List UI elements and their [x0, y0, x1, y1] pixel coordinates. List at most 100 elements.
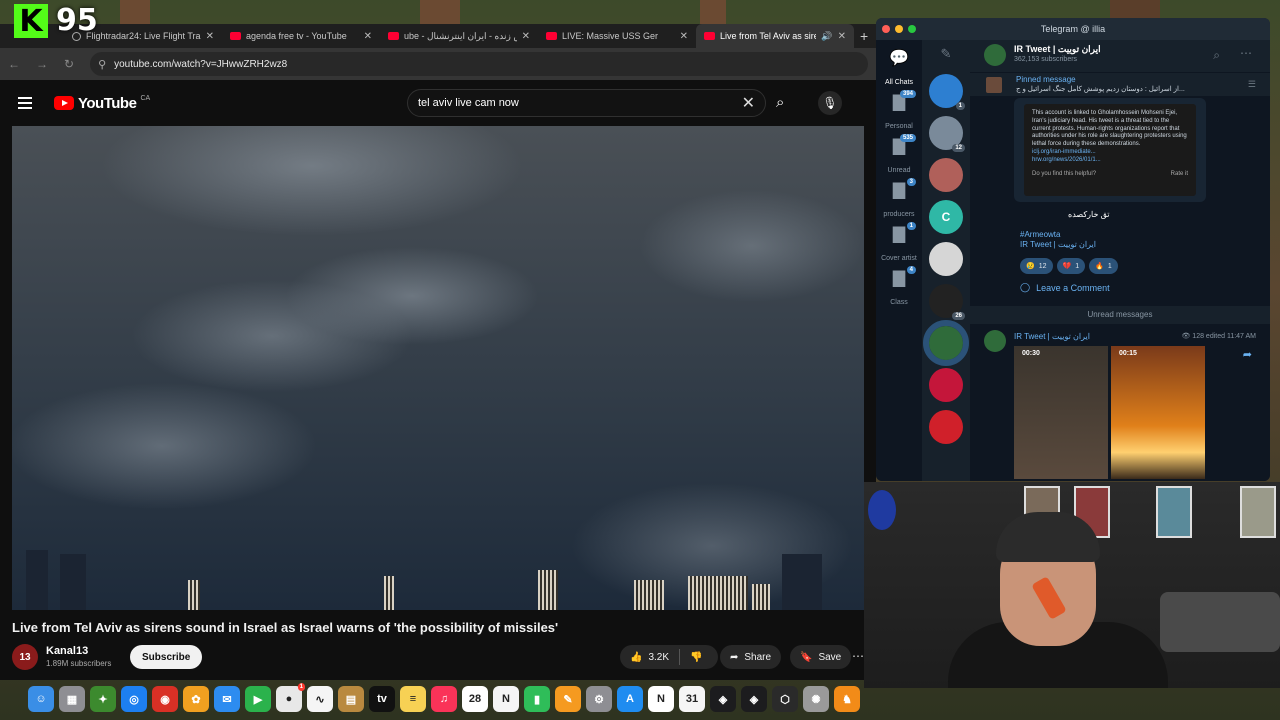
dock-freeform-icon[interactable]: ∿ — [307, 686, 333, 712]
dock-app-gear-icon[interactable]: ✺ — [803, 686, 829, 712]
dock-mail-icon[interactable]: ✉ — [214, 686, 240, 712]
chat-avatar[interactable]: 1 — [929, 74, 965, 110]
folder-cover-artist[interactable]: ▇ 1 Cover artist — [876, 222, 922, 262]
reaction-chip[interactable]: 🔥 1 — [1089, 258, 1118, 274]
close-tab-icon[interactable]: ✕ — [206, 31, 214, 42]
channel-name[interactable]: Kanal13 — [46, 645, 88, 657]
speaker-icon[interactable]: 🔊 — [821, 31, 832, 42]
thumbs-down-icon[interactable]: 👎 — [690, 652, 702, 663]
author-channel-link[interactable]: IR Tweet | ایران توییت — [1020, 240, 1096, 249]
youtube-logo[interactable]: YouTube CA — [54, 95, 150, 112]
more-options-icon[interactable]: ⋯ — [1240, 46, 1252, 60]
dock-finder-folder-icon[interactable]: ▤ — [338, 686, 364, 712]
search-input[interactable]: tel aviv live cam now ✕ — [407, 89, 766, 117]
search-icon[interactable]: ⌕ — [1213, 48, 1220, 63]
channel-title[interactable]: IR Tweet | ایران توییت — [1014, 44, 1101, 55]
menu-icon[interactable] — [18, 97, 32, 109]
site-info-icon[interactable]: ⚲ — [98, 58, 106, 71]
chat-avatar[interactable]: C — [929, 200, 963, 234]
dock-calendar-icon[interactable]: 28 — [462, 686, 488, 712]
url-field[interactable]: ⚲ youtube.com/watch?v=JHwwZRH2wz8 — [90, 52, 868, 76]
dock-app-green-icon[interactable]: ✦ — [90, 686, 116, 712]
dock-app-dark-icon[interactable]: ◈ — [710, 686, 736, 712]
reload-icon[interactable]: ↻ — [64, 57, 74, 71]
close-tab-icon[interactable]: ✕ — [680, 31, 688, 42]
message-author-avatar[interactable] — [984, 330, 1006, 352]
dock-safari-icon[interactable]: ◎ — [121, 686, 147, 712]
dock-notes-icon[interactable]: ≡ — [400, 686, 426, 712]
thumbs-up-icon[interactable]: 👍 — [630, 652, 642, 663]
close-tab-icon[interactable]: ✕ — [838, 31, 846, 42]
browser-tab[interactable]: Live from Tel Aviv as siren 🔊 ✕ — [696, 24, 854, 48]
dock-messages-icon[interactable]: ● 1 — [276, 683, 305, 712]
dock-system-settings-icon[interactable]: ⚙ — [586, 686, 612, 712]
pin-list-icon[interactable]: ☰ — [1248, 79, 1256, 90]
like-count[interactable]: 3.2K — [648, 652, 669, 663]
chat-avatar[interactable] — [929, 158, 963, 192]
message-card[interactable]: This account is linked to Gholamhossein … — [1014, 98, 1206, 202]
chat-avatar[interactable] — [929, 410, 963, 444]
message-author-name[interactable]: IR Tweet | ایران توییت — [1014, 332, 1090, 341]
folder-personal[interactable]: ▇ 394 Personal — [876, 90, 922, 130]
dock-apple-tv-icon[interactable]: tv — [369, 686, 395, 712]
chat-avatar[interactable] — [923, 320, 969, 366]
reaction-chip[interactable]: 💔 1 — [1056, 258, 1086, 274]
author-tag[interactable]: #Armeowta — [1020, 230, 1060, 239]
browser-tab[interactable]: ube - پخش زنده - ایران اینترنشنال ✕ — [380, 24, 538, 48]
dock-facetime-icon[interactable]: ▶ — [245, 686, 271, 712]
dock-photos-icon[interactable]: ✿ — [183, 686, 209, 712]
telegram-window: Telegram @ illia 💬 All Chats ▇ 394 Personal ▇… — [876, 18, 1270, 481]
chat-avatar[interactable]: 26 — [929, 284, 965, 320]
channel-header: IR Tweet | ایران توییت 362,153 subscribe… — [970, 40, 1270, 72]
folder-class[interactable]: ▇ 4 Class — [876, 266, 922, 306]
dock-music-icon[interactable]: ♫ — [431, 686, 457, 712]
video-thumbnail[interactable]: 00:15 — [1111, 346, 1205, 479]
pinned-message-bar[interactable]: Pinned message از اسرائیل : دوستان زدیم … — [970, 72, 1270, 96]
chat-avatar[interactable] — [929, 242, 963, 276]
more-options-icon[interactable]: ⋯ — [852, 649, 864, 663]
notification-badge: 1 — [297, 683, 305, 691]
dock-finder-icon[interactable]: ☺ — [28, 686, 54, 712]
folder-unread[interactable]: ▇ 535 Unread — [876, 134, 922, 174]
compose-icon[interactable]: ✎ — [941, 46, 952, 66]
dock-pages-icon[interactable]: ✎ — [555, 686, 581, 712]
back-icon[interactable]: ← — [8, 57, 20, 71]
chat-avatar[interactable] — [929, 368, 963, 402]
search-icon[interactable]: ⌕ — [776, 94, 784, 111]
zoom-window-button[interactable] — [908, 25, 916, 33]
dock-news-icon[interactable]: N — [493, 686, 519, 712]
channel-avatar[interactable]: 13 — [12, 644, 38, 670]
dock-launchpad-icon[interactable]: ▦ — [59, 686, 85, 712]
dock-app-store-icon[interactable]: A — [617, 686, 643, 712]
close-window-button[interactable] — [882, 25, 890, 33]
dock-app-orange-icon[interactable]: ♞ — [834, 686, 860, 712]
dock-calendar-31-icon[interactable]: 31 — [679, 686, 705, 712]
microphone-icon[interactable]: 🎙 — [818, 91, 842, 115]
video-thumbnail[interactable]: 00:30 — [1014, 346, 1108, 479]
youtube-play-icon — [54, 96, 74, 110]
dock-chrome-icon[interactable]: ◉ — [152, 686, 178, 712]
video-player[interactable] — [12, 126, 864, 610]
save-button[interactable]: 🔖 Save — [790, 645, 852, 669]
reaction-chip[interactable]: 😢 12 — [1020, 258, 1053, 274]
new-tab-icon[interactable]: + — [860, 28, 868, 44]
close-tab-icon[interactable]: ✕ — [364, 31, 372, 42]
dock-notion-icon[interactable]: N — [648, 686, 674, 712]
dock-numbers-icon[interactable]: ▮ — [524, 686, 550, 712]
share-button[interactable]: ➦ Share — [720, 645, 782, 669]
channel-avatar-tg[interactable] — [984, 44, 1006, 66]
folder-producers[interactable]: ▇ 3 producers — [876, 178, 922, 218]
clear-search-icon[interactable]: ✕ — [742, 93, 755, 113]
forward-icon[interactable]: ➦ — [1243, 348, 1252, 361]
minimize-window-button[interactable] — [895, 25, 903, 33]
dock-app-hex-icon[interactable]: ⬡ — [772, 686, 798, 712]
folder-all-chats[interactable]: 💬 All Chats — [876, 48, 922, 86]
subscribe-button[interactable]: Subscribe — [130, 645, 203, 669]
browser-tab[interactable]: LIVE: Massive USS Ger ✕ — [538, 24, 696, 48]
leave-comment-button[interactable]: ◯ Leave a Comment — [1020, 282, 1110, 293]
forward-icon[interactable]: → — [36, 57, 48, 71]
browser-tab[interactable]: agenda free tv - YouTube ✕ — [222, 24, 380, 48]
dock-app-dark-2-icon[interactable]: ◈ — [741, 686, 767, 712]
close-tab-icon[interactable]: ✕ — [522, 31, 530, 42]
chat-avatar[interactable]: 12 — [929, 116, 965, 152]
